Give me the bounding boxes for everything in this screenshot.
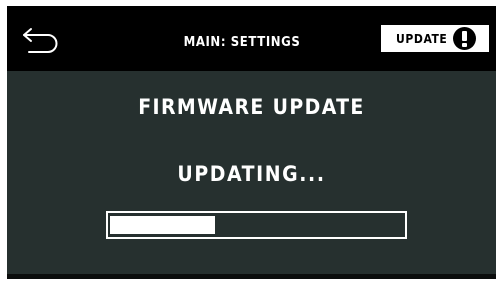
device-screen: MAIN: SETTINGS UPDATE FIRMWARE UPDATE UP… bbox=[7, 6, 496, 279]
update-status-text: UPDATING... bbox=[177, 162, 326, 186]
update-progress-fill bbox=[110, 216, 216, 234]
firmware-update-heading: FIRMWARE UPDATE bbox=[138, 95, 365, 119]
bottom-edge bbox=[7, 274, 496, 279]
top-bar: MAIN: SETTINGS UPDATE bbox=[7, 6, 496, 71]
update-button[interactable]: UPDATE bbox=[381, 25, 489, 52]
back-arrow-icon bbox=[23, 28, 58, 53]
exclamation-circle-icon bbox=[453, 27, 476, 50]
page-title: MAIN: SETTINGS bbox=[183, 35, 301, 50]
back-button[interactable] bbox=[21, 24, 61, 54]
update-progress-bar bbox=[106, 211, 407, 239]
update-button-label: UPDATE bbox=[396, 32, 448, 46]
